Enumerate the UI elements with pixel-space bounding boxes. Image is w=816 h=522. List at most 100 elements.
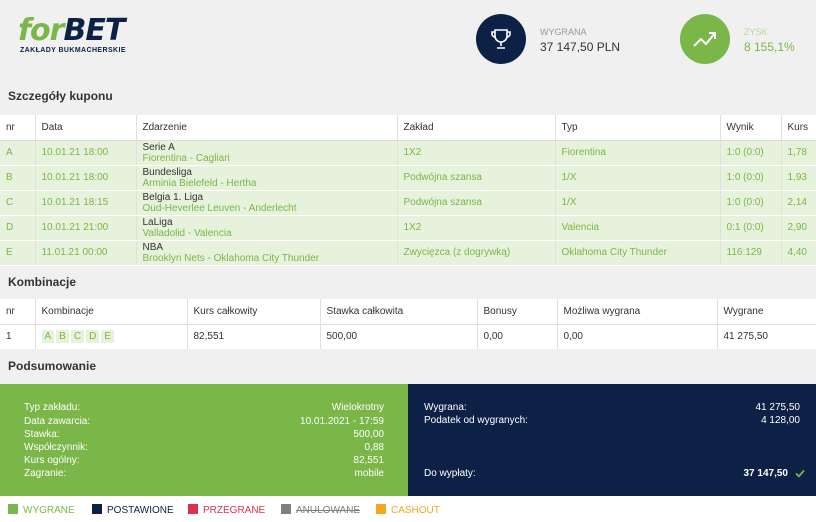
row-event: LaLiga Valladolid - Valencia [136,215,398,241]
summary-details-panel: Typ zakładu: Wielokrotny Data zawarcia: … [0,384,408,496]
event-league: NBA [142,242,164,253]
table-row: D 10.01.21 21:00 LaLiga Valladolid - Vale… [0,215,816,241]
row-type: Oklahoma City Thunder [555,240,721,266]
combo-letter: B [56,330,69,344]
row-combo-letters: ABCDE [35,324,188,349]
row-event: Belgia 1. Liga Oud-Heverlee Leuven - Ande… [136,190,398,216]
trophy-icon [476,14,526,64]
summary-value: 4 128,00 [761,415,800,426]
row-result: 116:129 [720,240,782,266]
logo-subtitle: ZAKŁADY BUKMACHERSKIE [20,47,126,54]
table-row: 1 ABCDE 82,551 500,00 0,00 0,00 41 275,5… [0,324,816,349]
combo-letter: A [41,330,55,344]
summary-value: 500,00 [353,429,384,440]
row-date: 10.01.21 18:15 [35,190,137,216]
row-date: 11.01.21 00:00 [35,240,137,266]
row-event: NBA Brooklyn Nets - Oklahoma City Thunder [136,240,398,266]
event-teams: Valladolid - Valencia [142,228,232,239]
details-title: Szczegóły kuponu [8,89,113,103]
row-total-odds: 82,551 [187,324,321,349]
row-type: 1/X [555,190,721,216]
combo-letter: D [86,330,100,344]
row-possible-win: 0,00 [557,324,718,349]
row-won: 41 275,50 [717,324,816,349]
event-league: Serie A [142,142,175,153]
row-odds: 1,93 [781,165,816,191]
event-teams: Brooklyn Nets - Oklahoma City Thunder [142,253,320,264]
summary-label: Typ zakładu: [24,402,81,413]
win-label: WYGRANA [540,27,587,37]
row-event: Bundesliga Arminia Bielefeld - Hertha [136,165,398,191]
col-total-odds: Kurs całkowity [187,299,321,325]
row-odds: 2,90 [781,215,816,241]
combos-table: nr Kombinacje Kurs całkowity Stawka całk… [0,299,816,349]
summary-label: Kurs ogólny: [24,455,80,466]
legend-swatch [92,504,102,514]
bets-table: nr Data Zdarzenie Zakład Typ Wynik Kurs … [0,115,816,266]
row-odds: 1,78 [781,140,816,166]
col-nr: nr [0,115,36,141]
col-combos: Kombinacje [35,299,188,325]
row-bet: Podwójna szansa [397,190,556,216]
col-result: Wynik [720,115,782,141]
legend-swatch [281,504,291,514]
combos-title: Kombinacje [8,275,77,289]
row-date: 10.01.21 21:00 [35,215,137,241]
col-possible-win: Możliwa wygrana [557,299,718,325]
col-event: Zdarzenie [136,115,398,141]
combo-letter: C [70,330,85,344]
col-date: Data [35,115,137,141]
summary-label: Zagranie: [24,468,67,479]
row-total-stake: 500,00 [320,324,478,349]
row-bet: 1X2 [397,215,556,241]
row-nr: D [0,215,36,241]
row-nr: E [0,240,36,266]
event-league: Belgia 1. Liga [142,192,204,203]
summary-value: 10.01.2021 - 17:59 [300,416,384,427]
col-total-stake: Stawka całkowita [320,299,478,325]
legend-label: ANULOWANE [296,505,361,516]
summary-title: Podsumowanie [8,359,97,373]
table-row: C 10.01.21 18:15 Belgia 1. Liga Oud-Hever… [0,190,816,216]
legend-cancelled: ANULOWANE [281,504,360,516]
row-odds: 4,40 [781,240,816,266]
event-league: LaLiga [142,217,173,228]
col-bonus: Bonusy [477,299,558,325]
combos-header-row: nr Kombinacje Kurs całkowity Stawka całk… [0,299,816,325]
header: forBET ZAKŁADY BUKMACHERSKIE WYGRANA 37 … [0,0,816,80]
profit-value: 8 155,1% [744,40,795,54]
legend-swatch [8,504,18,514]
summary-payout-panel: Wygrana: 41 275,50 Podatek od wygranych:… [408,384,816,496]
payout-value: 37 147,50 [743,468,789,479]
row-bonus: 0,00 [477,324,558,349]
row-result: 1:0 (0:0) [720,190,782,216]
win-value: 37 147,50 PLN [540,40,621,54]
row-event: Serie A Fiorentina - Cagliari [136,140,398,166]
row-type: Valencia [555,215,721,241]
table-row: B 10.01.21 18:00 Bundesliga Arminia Biele… [0,165,816,191]
table-row: E 11.01.21 00:00 NBA Brooklyn Nets - Okla… [0,240,816,266]
row-bet: Zwycięzca (z dogrywką) [397,240,556,266]
row-type: 1/X [555,165,721,191]
summary-value: 41 275,50 [755,402,801,413]
legend-lost: PRZEGRANE [188,504,265,516]
logo-for-text: for [18,13,64,48]
col-odds: Kurs [781,115,816,141]
summary-label: Podatek od wygranych: [424,415,528,426]
legend-swatch [188,504,198,514]
legend-swatch [376,504,386,514]
legend-won: WYGRANE [8,504,75,516]
payout-label: Do wypłaty: [424,468,476,479]
row-result: 0:1 (0:0) [720,215,782,241]
row-odds: 2,14 [781,190,816,216]
summary-value: mobile [354,468,384,479]
row-bet: 1X2 [397,140,556,166]
summary-value: 0,88 [364,442,384,453]
summary-label: Wygrana: [424,402,467,413]
row-date: 10.01.21 18:00 [35,165,137,191]
col-won: Wygrane [717,299,816,325]
bets-header-row: nr Data Zdarzenie Zakład Typ Wynik Kurs [0,115,816,141]
col-bet: Zakład [397,115,556,141]
row-nr: B [0,165,36,191]
brand-logo: forBET ZAKŁADY BUKMACHERSKIE [18,13,126,55]
